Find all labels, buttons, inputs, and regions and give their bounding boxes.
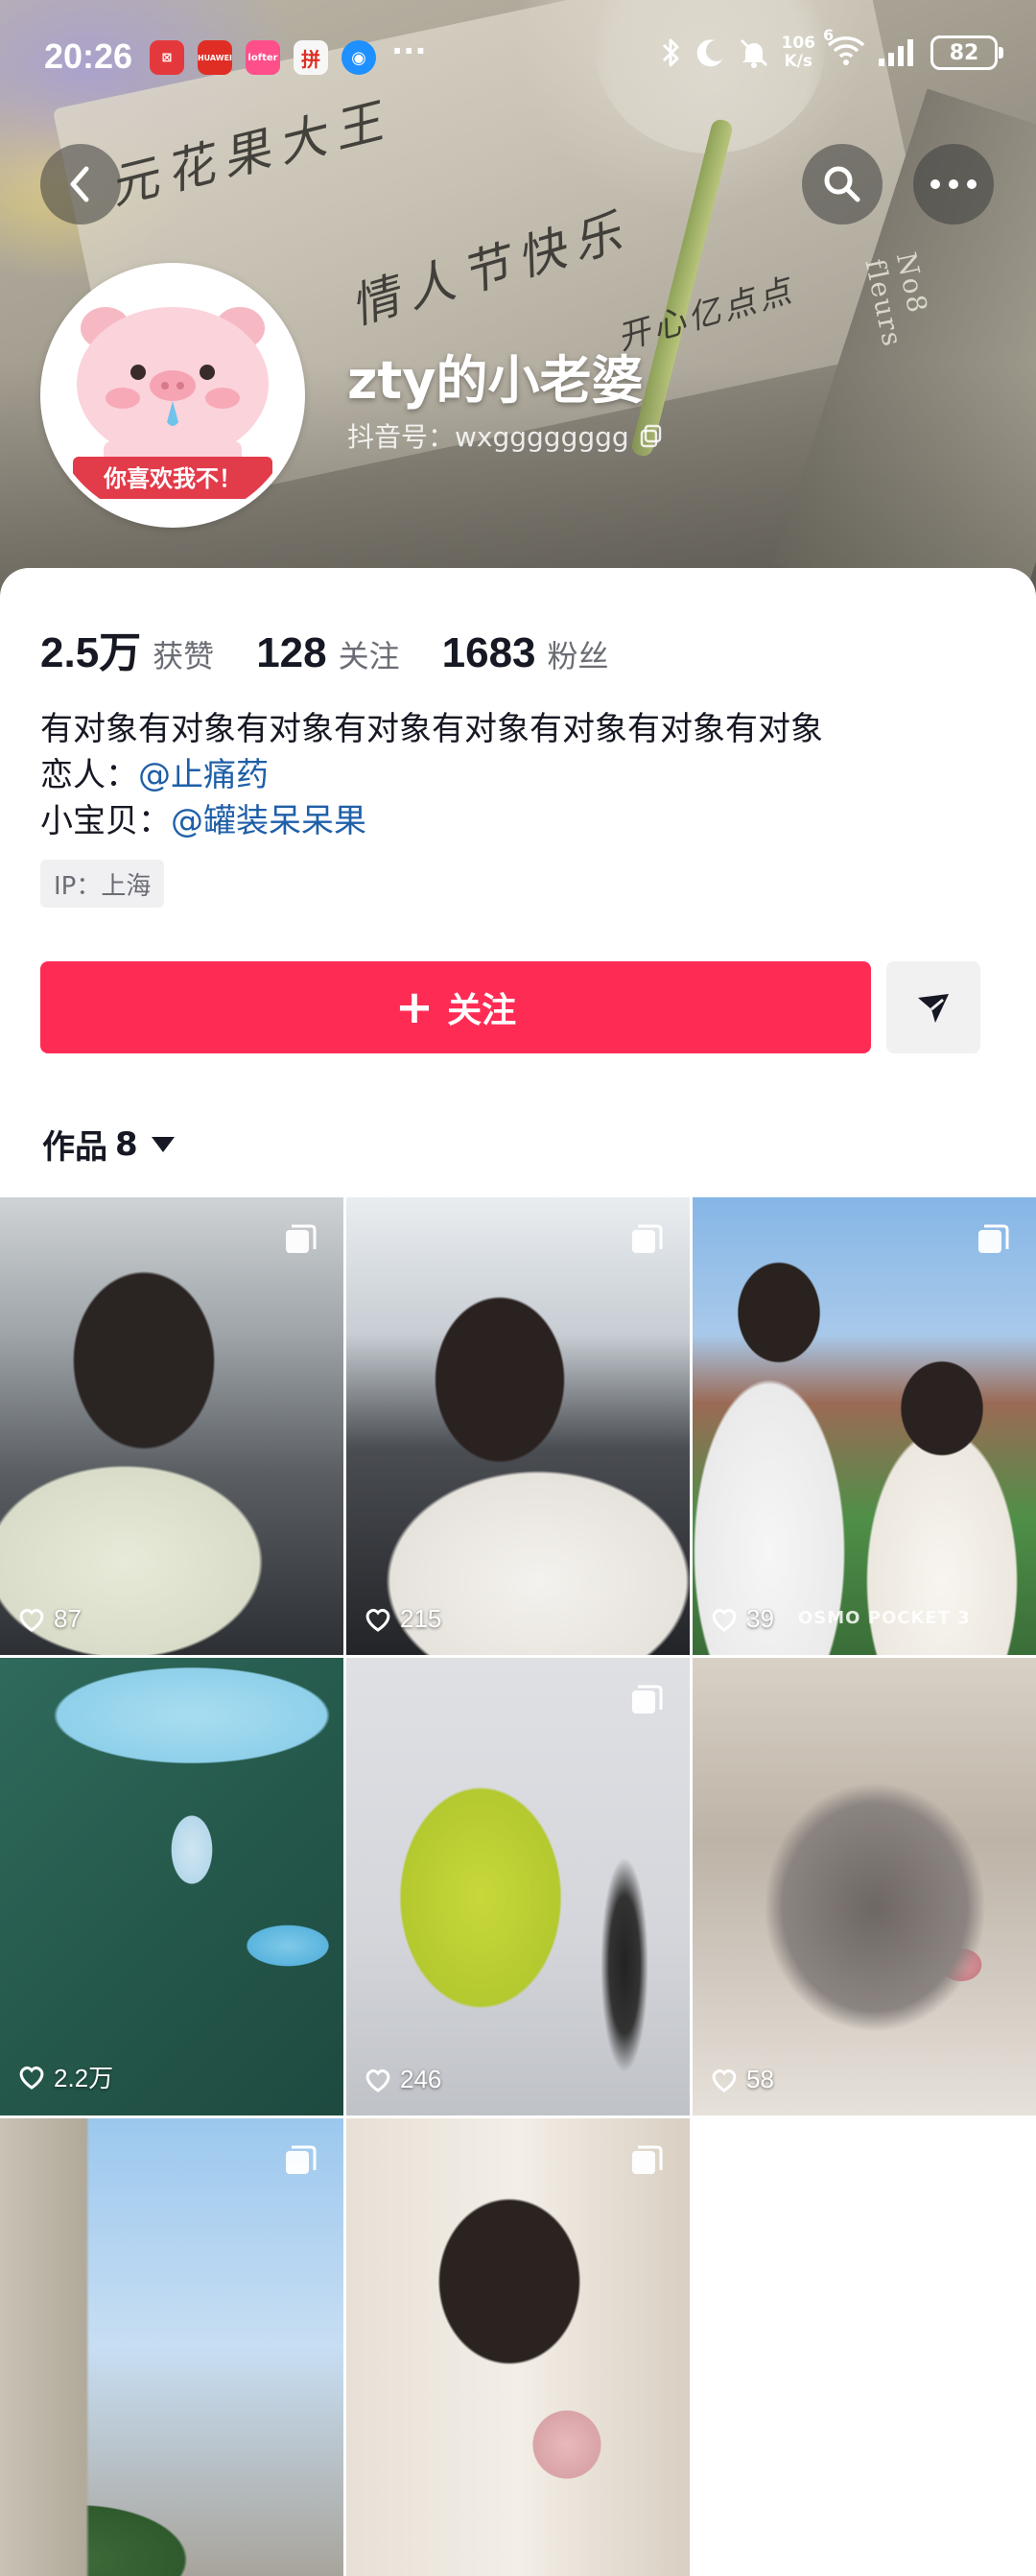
bio-line-lover: 恋人：@止痛药 xyxy=(40,752,823,798)
stat-following-label: 关注 xyxy=(338,638,400,674)
video-tile[interactable]: 2.2万 xyxy=(0,1658,343,2115)
video-thumbnail xyxy=(0,1658,343,2115)
video-thumbnail xyxy=(693,1658,1036,2115)
pinduoduo-app-icon: 拼 xyxy=(294,40,328,75)
xiaohongshu-app-icon: ⊠ xyxy=(150,40,184,75)
mention-link-lover[interactable]: @止痛药 xyxy=(138,756,269,794)
status-bar: 20:26 ⊠ HUAWEI lofter 拼 ◉ ··· 106 K/s 6 xyxy=(0,0,1036,115)
more-options-button[interactable] xyxy=(913,144,994,225)
video-thumbnail xyxy=(346,1658,690,2115)
mention-link-baby[interactable]: @罐装呆呆果 xyxy=(171,802,366,840)
like-count: 246 xyxy=(364,2065,441,2094)
like-count: 215 xyxy=(364,1604,441,1634)
send-message-button[interactable] xyxy=(886,961,980,1053)
video-tile[interactable]: 58 xyxy=(693,1658,1036,2115)
multi-image-icon xyxy=(632,1685,663,1713)
video-tile[interactable] xyxy=(0,2118,343,2576)
works-tab[interactable]: 作品 8 xyxy=(42,1121,175,1168)
multi-image-icon xyxy=(286,1224,317,1253)
stat-followers-value: 1683 xyxy=(441,629,536,676)
video-tile[interactable] xyxy=(346,2118,690,2576)
heart-outline-icon xyxy=(712,2068,737,2092)
multi-image-icon xyxy=(286,2145,317,2174)
heart-outline-icon xyxy=(19,1608,44,1632)
like-count: 58 xyxy=(710,2065,774,2094)
stat-followers-label: 粉丝 xyxy=(547,638,609,674)
status-time: 20:26 xyxy=(44,36,133,76)
copy-icon[interactable] xyxy=(639,423,664,448)
heart-outline-icon xyxy=(19,2066,44,2090)
stat-likes[interactable]: 2.5万 获赞 xyxy=(40,618,214,679)
stat-likes-value: 2.5万 xyxy=(40,629,142,676)
bio-line-1: 有对象有对象有对象有对象有对象有对象有对象有对象 xyxy=(40,710,823,748)
video-thumbnail xyxy=(693,1197,1036,1655)
plus-icon: + xyxy=(394,981,435,1034)
chevron-left-icon xyxy=(70,166,89,202)
huawei-mall-app-icon: HUAWEI xyxy=(198,40,232,75)
video-thumbnail xyxy=(346,1197,690,1655)
follow-button[interactable]: + 关注 xyxy=(40,961,871,1053)
avatar-caption: 你喜欢我不！ xyxy=(103,465,242,492)
video-tile[interactable]: 215 xyxy=(346,1197,690,1655)
profile-bio: 有对象有对象有对象有对象有对象有对象有对象有对象 恋人：@止痛药 小宝贝：@罐装… xyxy=(40,706,823,844)
works-count: 8 xyxy=(115,1124,138,1164)
like-count: 2.2万 xyxy=(17,2059,113,2094)
video-thumbnail xyxy=(0,2118,343,2576)
heart-outline-icon xyxy=(712,1608,737,1632)
avatar[interactable]: 你喜欢我不！ xyxy=(40,263,305,528)
works-tab-label: 作品 xyxy=(42,1128,107,1167)
multi-image-icon xyxy=(632,2145,663,2174)
stat-following-value: 128 xyxy=(256,629,327,676)
video-thumbnail xyxy=(0,1197,343,1655)
pig-avatar-image: 你喜欢我不！ xyxy=(46,269,299,522)
search-button[interactable] xyxy=(802,144,883,225)
stat-following[interactable]: 128 关注 xyxy=(256,629,399,677)
video-thumbnail xyxy=(346,2118,690,2576)
video-tile[interactable]: 87 xyxy=(0,1197,343,1655)
lofter-app-icon: lofter xyxy=(246,40,280,75)
ip-location-tag: IP：上海 xyxy=(40,860,165,908)
bio-lover-prefix: 恋人： xyxy=(40,756,138,794)
empty-grid-cell xyxy=(693,2118,1036,2576)
stat-likes-label: 获赞 xyxy=(153,638,215,674)
camera-watermark: OSMO POCKET 3 xyxy=(798,1608,971,1628)
multi-image-icon xyxy=(632,1224,663,1253)
like-count: 39 xyxy=(710,1604,774,1634)
paper-plane-icon xyxy=(918,994,949,1023)
video-grid: 87 215 OSMO POCKET 3 39 2.2万 246 58 xyxy=(0,1197,1036,2576)
bio-baby-prefix: 小宝贝： xyxy=(40,802,171,840)
bluetooth-icon xyxy=(662,38,678,67)
video-tile[interactable]: 246 xyxy=(346,1658,690,2115)
cellular-signal-icon xyxy=(879,39,913,66)
heart-outline-icon xyxy=(365,2068,390,2092)
mute-bell-icon xyxy=(740,38,767,68)
douyin-id-text: 抖音号：wxgggggggg xyxy=(347,421,629,453)
wifi-status: 6 xyxy=(823,26,865,70)
more-dots-icon xyxy=(930,179,977,189)
douyin-id: 抖音号：wxgggggggg xyxy=(347,416,664,455)
multi-image-icon xyxy=(978,1224,1009,1253)
bio-line-baby: 小宝贝：@罐装呆呆果 xyxy=(40,798,823,844)
profile-nickname: zty的小老婆 xyxy=(347,350,644,411)
status-indicators: 106 K/s 6 82 xyxy=(659,26,1003,71)
stat-followers[interactable]: 1683 粉丝 xyxy=(442,629,609,677)
like-count: 87 xyxy=(17,1604,82,1634)
status-more-icon: ··· xyxy=(391,33,427,69)
search-icon xyxy=(824,166,860,202)
battery-indicator: 82 xyxy=(930,35,1003,70)
heart-outline-icon xyxy=(365,1608,390,1632)
back-button[interactable] xyxy=(40,144,121,225)
chat-app-icon: ◉ xyxy=(341,40,376,75)
network-speed: 106 K/s xyxy=(781,34,816,71)
video-tile[interactable]: OSMO POCKET 3 39 xyxy=(693,1197,1036,1655)
do-not-disturb-moon-icon xyxy=(696,39,722,67)
profile-stats: 2.5万 获赞 128 关注 1683 粉丝 xyxy=(40,618,609,679)
follow-button-label: 关注 xyxy=(447,991,517,1030)
caret-down-icon xyxy=(151,1136,175,1152)
